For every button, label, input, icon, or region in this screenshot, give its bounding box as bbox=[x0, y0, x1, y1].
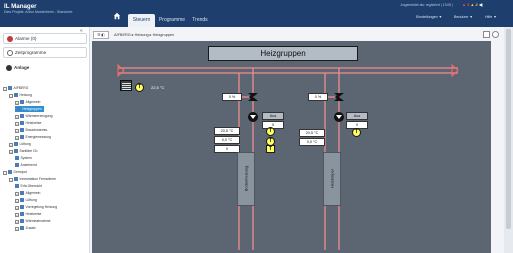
pipe-diagram bbox=[117, 63, 459, 250]
group1-pump-state: Aus bbox=[262, 112, 284, 120]
group1-supply-sensor[interactable]: T bbox=[266, 127, 275, 136]
group1-valve-position[interactable]: 0 % bbox=[222, 93, 242, 101]
main-outlet-arrow bbox=[451, 63, 459, 78]
group2-pump-icon[interactable] bbox=[334, 112, 344, 122]
group1-name: Bodenheizung bbox=[243, 165, 249, 192]
outside-temp-sensor[interactable]: T bbox=[135, 83, 144, 92]
group2-supply-sensor[interactable]: T bbox=[352, 128, 361, 137]
group1-pump-icon[interactable] bbox=[248, 112, 258, 122]
group2-name: Heizkörper bbox=[329, 168, 335, 189]
group1-return-temp: 0,0 °C bbox=[214, 136, 240, 144]
group2-return-temp: 0,0 °C bbox=[299, 138, 325, 146]
group2-valve-position[interactable]: 0 % bbox=[308, 93, 328, 101]
group1-valve-icon bbox=[248, 93, 258, 101]
outside-temp-value: 22,5 °C bbox=[151, 85, 165, 90]
outside-sensor-icon bbox=[120, 80, 132, 91]
group2-pump-state: Aus bbox=[346, 112, 368, 120]
group1-setpoint-sensor[interactable]: T bbox=[266, 145, 275, 153]
main-inlet-arrow bbox=[117, 63, 125, 78]
group2-valve-icon bbox=[334, 93, 344, 101]
group2-supply-temp: 20,5 °C bbox=[299, 129, 325, 137]
group1-supply-temp: 20,5 °C bbox=[214, 127, 240, 135]
